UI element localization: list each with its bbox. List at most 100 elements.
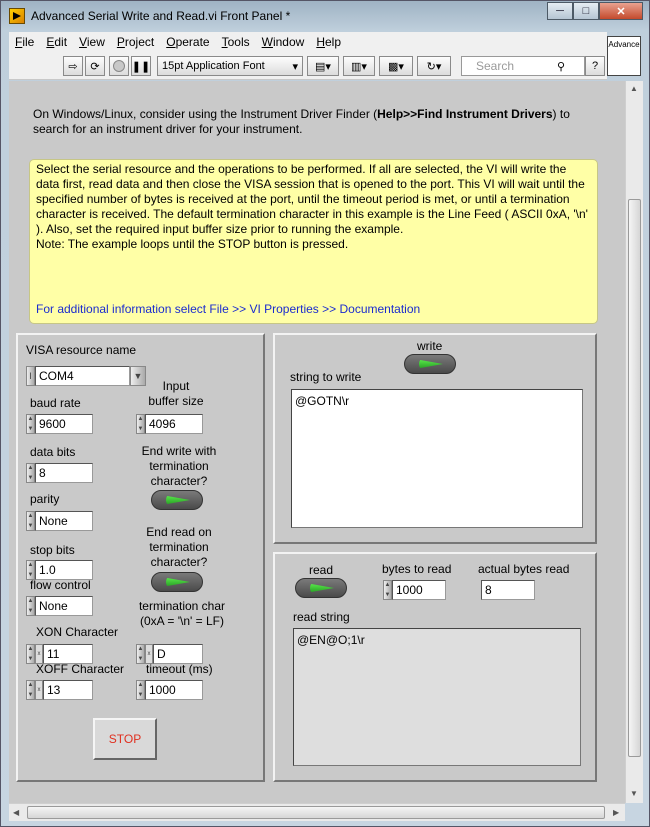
stop-bits-label: stop bits: [30, 543, 75, 557]
data-bits-control[interactable]: ▲ ▼ 8: [26, 463, 93, 483]
increment-icon[interactable]: ▲ ▼: [136, 414, 145, 434]
xon-label: XON Character: [36, 625, 119, 639]
config-box: VISA resource name I COM4 ▼ baud rate ▲ ▼…: [16, 333, 265, 782]
scroll-up-icon[interactable]: ▲: [630, 84, 638, 93]
increment-icon[interactable]: ▲ ▼: [26, 596, 35, 616]
scroll-right-icon[interactable]: ▶: [613, 808, 619, 817]
font-selector[interactable]: 15pt Application Font ▾: [157, 56, 303, 76]
increment-icon[interactable]: ▲ ▼: [136, 644, 145, 664]
menu-bar: File Edit View Project Operate Tools Win…: [9, 32, 607, 52]
led-icon: [310, 583, 334, 593]
timeout-control[interactable]: ▲ ▼ 1000: [136, 680, 203, 700]
increment-icon[interactable]: ▲ ▼: [26, 414, 35, 434]
toolbar: ⇨ ⟳ ❚❚ 15pt Application Font ▾ ▤▾ ▥▾ ▩▾ ↻…: [9, 52, 607, 80]
term-char-label: termination char (0xA = '\n' = LF): [138, 599, 226, 628]
menu-file[interactable]: File: [9, 35, 40, 49]
pause-icon[interactable]: ❚❚: [131, 56, 151, 76]
help-icon[interactable]: ?: [585, 56, 605, 76]
description-note: Select the serial resource and the opera…: [29, 159, 598, 324]
visa-resource-control[interactable]: I COM4 ▼: [26, 366, 146, 386]
menu-tools[interactable]: Tools: [216, 35, 256, 49]
menu-project[interactable]: Project: [111, 35, 160, 49]
read-label: read: [309, 563, 334, 577]
vertical-scrollbar[interactable]: ▲ ▼: [625, 81, 643, 803]
align-objects-icon[interactable]: ▤▾: [307, 56, 339, 76]
term-char-control[interactable]: ▲ ▼ x D: [136, 644, 203, 664]
radix-icon: x: [145, 644, 153, 664]
parity-label: parity: [30, 492, 60, 506]
write-toggle[interactable]: [404, 354, 456, 374]
minimize-button[interactable]: ─: [547, 2, 573, 20]
write-box: write string to write @GOTN\r: [273, 333, 597, 544]
documentation-link: For additional information select File >…: [36, 302, 421, 316]
data-bits-label: data bits: [30, 445, 76, 459]
bytes-to-read-control[interactable]: ▲ ▼ 1000: [383, 580, 446, 600]
increment-icon[interactable]: ▲ ▼: [26, 680, 35, 700]
timeout-label: timeout (ms): [146, 662, 213, 676]
window: Advanced Serial Write and Read.vi Front …: [0, 0, 650, 827]
write-label: write: [417, 339, 443, 353]
resize-objects-icon[interactable]: ▩▾: [379, 56, 413, 76]
increment-icon[interactable]: ▲ ▼: [26, 560, 35, 580]
buffer-size-control[interactable]: ▲ ▼ 4096: [136, 414, 203, 434]
labview-app-icon: [9, 8, 25, 24]
intro-text: On Windows/Linux, consider using the Ins…: [33, 107, 570, 136]
menu-help[interactable]: Help: [310, 35, 347, 49]
chevron-down-icon: ▾: [292, 60, 298, 73]
front-panel: On Windows/Linux, consider using the Ins…: [9, 81, 625, 803]
baud-rate-label: baud rate: [30, 396, 81, 410]
actual-bytes-label: actual bytes read: [478, 562, 570, 576]
flow-control-control[interactable]: ▲ ▼ None: [26, 596, 93, 616]
visa-resource-label: VISA resource name: [26, 343, 137, 357]
radix-icon: x: [35, 680, 43, 700]
end-read-label: End read on termination character?: [146, 525, 212, 569]
end-read-toggle[interactable]: [151, 572, 203, 592]
menu-edit[interactable]: Edit: [40, 35, 73, 49]
distribute-objects-icon[interactable]: ▥▾: [343, 56, 375, 76]
xoff-control[interactable]: ▲ ▼ x 13: [26, 680, 93, 700]
window-title: Advanced Serial Write and Read.vi Front …: [31, 9, 291, 23]
end-write-label: End write with termination character?: [141, 444, 217, 488]
increment-icon[interactable]: ▲ ▼: [26, 463, 35, 483]
increment-icon[interactable]: ▲ ▼: [136, 680, 145, 700]
buffer-size-label: Input buffer size: [148, 379, 204, 408]
run-arrow-icon[interactable]: ⇨: [63, 56, 83, 76]
led-icon: [166, 577, 190, 587]
read-box: read bytes to read ▲ ▼ 1000 actual bytes r…: [273, 552, 597, 782]
xon-control[interactable]: ▲ ▼ x 11: [26, 644, 93, 664]
title-bar[interactable]: Advanced Serial Write and Read.vi Front …: [1, 1, 649, 31]
read-string-label: read string: [293, 610, 350, 624]
flow-control-label: flow control: [30, 578, 91, 592]
visa-io-icon: I: [26, 366, 35, 386]
horizontal-scrollbar[interactable]: ◀ ▶: [9, 803, 625, 821]
stop-bits-control[interactable]: ▲ ▼ 1.0: [26, 560, 93, 580]
read-toggle[interactable]: [295, 578, 347, 598]
radix-icon: x: [35, 644, 43, 664]
menu-view[interactable]: View: [73, 35, 111, 49]
actual-bytes-indicator: 8: [481, 580, 535, 600]
baud-rate-control[interactable]: ▲ ▼ 9600: [26, 414, 93, 434]
scroll-left-icon[interactable]: ◀: [13, 808, 19, 817]
search-icon[interactable]: ⚲: [551, 56, 571, 76]
abort-icon[interactable]: [109, 56, 129, 76]
close-button[interactable]: ✕: [599, 2, 643, 20]
reorder-icon[interactable]: ↻▾: [417, 56, 451, 76]
increment-icon[interactable]: ▲ ▼: [26, 511, 35, 531]
maximize-button[interactable]: □: [573, 2, 599, 20]
stop-button[interactable]: STOP: [93, 718, 157, 760]
vi-icon[interactable]: Advance: [607, 36, 641, 76]
increment-icon[interactable]: ▲ ▼: [26, 644, 35, 664]
bytes-to-read-label: bytes to read: [382, 562, 452, 576]
run-continuously-icon[interactable]: ⟳: [85, 56, 105, 76]
menu-window[interactable]: Window: [256, 35, 311, 49]
read-string-indicator: @EN@O;1\r: [293, 628, 581, 766]
parity-control[interactable]: ▲ ▼ None: [26, 511, 93, 531]
led-icon: [419, 359, 443, 369]
scroll-down-icon[interactable]: ▼: [630, 789, 638, 798]
scroll-thumb[interactable]: [27, 806, 605, 819]
string-to-write-input[interactable]: @GOTN\r: [291, 389, 583, 528]
increment-icon[interactable]: ▲ ▼: [383, 580, 392, 600]
scroll-thumb[interactable]: [628, 199, 641, 757]
menu-operate[interactable]: Operate: [160, 35, 215, 49]
end-write-toggle[interactable]: [151, 490, 203, 510]
